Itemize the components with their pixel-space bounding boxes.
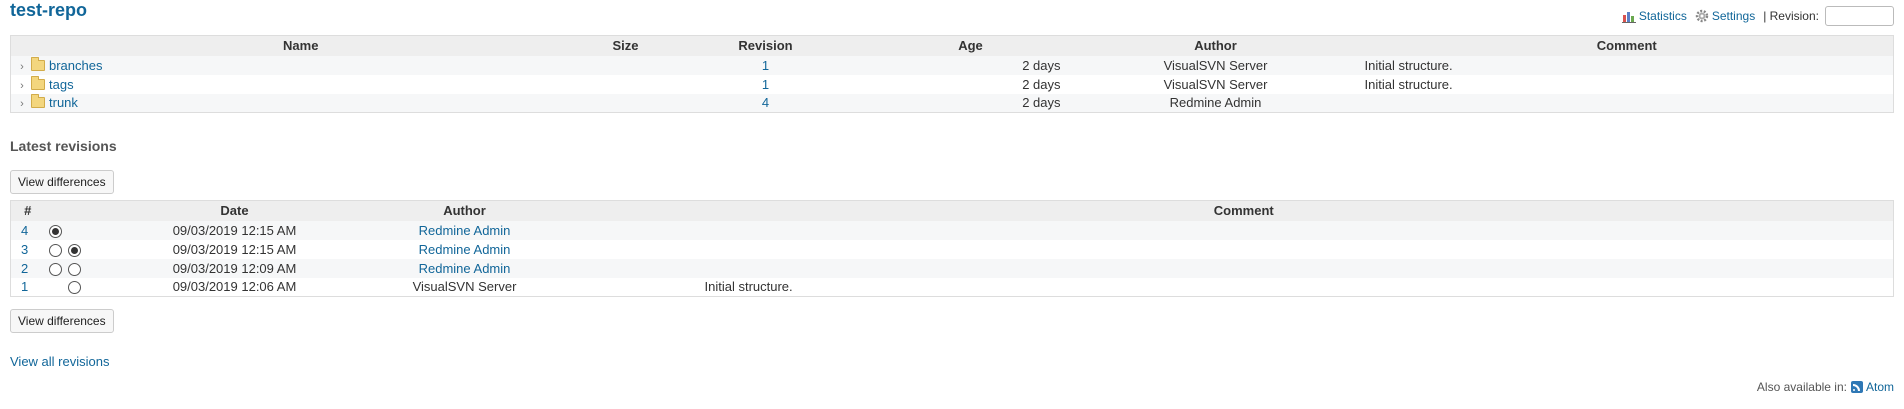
other-formats: Also available in: Atom	[1757, 380, 1894, 394]
entry-age: 2 days	[870, 93, 1071, 113]
revision-label: | Revision:	[1763, 9, 1819, 23]
gear-icon	[1695, 9, 1709, 23]
entry-link-branches[interactable]: branches	[49, 58, 102, 73]
entry-author: VisualSVN Server	[1070, 55, 1361, 75]
revision-id-link[interactable]: 1	[21, 279, 28, 294]
compare-to-radio[interactable]	[67, 243, 81, 257]
entry-comment	[1360, 93, 1894, 113]
column-header-size: Size	[590, 35, 661, 56]
column-header-author: Author	[334, 200, 595, 221]
folder-icon	[31, 94, 45, 109]
statistics-link[interactable]: Statistics	[1621, 9, 1687, 23]
compare-to-radio[interactable]	[67, 281, 81, 295]
statistics-label: Statistics	[1638, 9, 1687, 23]
entry-link-trunk[interactable]: trunk	[49, 95, 78, 110]
entries-table: Name Size Revision Age Author Comment › b…	[10, 35, 1894, 113]
expand-chevron-icon[interactable]: ›	[15, 98, 29, 110]
entry-size	[590, 93, 661, 113]
settings-label: Settings	[1711, 9, 1756, 23]
column-header-name: Name	[10, 35, 591, 56]
other-formats-label: Also available in:	[1756, 380, 1847, 394]
revision-id-link[interactable]: 4	[21, 223, 28, 238]
revisions-header-row: # Date Author Comment	[10, 200, 1894, 221]
compare-from-radio[interactable]	[48, 224, 62, 238]
revision-date: 09/03/2019 12:06 AM	[134, 277, 335, 297]
entry-revision-link[interactable]: 4	[762, 95, 769, 110]
revision-comment	[594, 239, 1894, 259]
entry-age: 2 days	[870, 55, 1071, 75]
revisions-table: # Date Author Comment 4 09/03/2019 12:15…	[10, 200, 1894, 297]
column-header-id: #	[10, 200, 45, 221]
settings-link[interactable]: Settings	[1695, 9, 1755, 23]
view-all-revisions-link[interactable]: View all revisions	[10, 354, 109, 369]
statistics-icon	[1621, 11, 1636, 23]
entry-size	[590, 55, 661, 75]
expand-chevron-icon[interactable]: ›	[15, 80, 29, 92]
compare-from-radio[interactable]	[48, 262, 62, 276]
entry-size	[590, 74, 661, 94]
entry-revision-link[interactable]: 1	[762, 77, 769, 92]
column-header-comment: Comment	[1360, 35, 1894, 56]
feed-icon	[1850, 381, 1863, 393]
revision-id-link[interactable]: 2	[21, 261, 28, 276]
entry-row-trunk: › trunk 4 2 days Redmine Admin	[10, 93, 1894, 113]
contextual-toolbar: Statistics Settings | Revision:	[1621, 4, 1894, 28]
revision-date: 09/03/2019 12:15 AM	[134, 239, 335, 259]
folder-icon	[31, 56, 45, 71]
repository-page: test-repo Statistics Settings | Revision…	[0, 0, 1904, 409]
revision-author-link[interactable]: Redmine Admin	[419, 223, 511, 238]
revision-row-3: 3 09/03/2019 12:15 AM Redmine Admin	[10, 239, 1894, 259]
entry-link-tags[interactable]: tags	[49, 77, 74, 92]
revision-row-4: 4 09/03/2019 12:15 AM Redmine Admin	[10, 220, 1894, 240]
entry-comment: Initial structure.	[1360, 55, 1894, 75]
revision-author-link[interactable]: Redmine Admin	[419, 242, 511, 257]
view-differences-button[interactable]: View differences	[10, 170, 114, 194]
folder-icon	[31, 75, 45, 90]
column-header-compare	[44, 200, 135, 221]
entry-row-tags: › tags 1 2 days VisualSVN Server Initial …	[10, 74, 1894, 94]
compare-from-radio[interactable]	[48, 243, 62, 257]
page-title: test-repo	[10, 0, 88, 20]
entry-author: Redmine Admin	[1070, 93, 1361, 113]
column-header-date: Date	[134, 200, 335, 221]
revision-author: VisualSVN Server	[334, 277, 595, 297]
atom-feed-link[interactable]: Atom	[1850, 380, 1894, 394]
revision-id-link[interactable]: 3	[21, 242, 28, 257]
revision-row-1: 1 09/03/2019 12:06 AM VisualSVN Server I…	[10, 277, 1894, 297]
revision-row-2: 2 09/03/2019 12:09 AM Redmine Admin	[10, 258, 1894, 278]
entry-row-branches: › branches 1 2 days VisualSVN Server Init…	[10, 55, 1894, 75]
entry-author: VisualSVN Server	[1070, 74, 1361, 94]
entry-age: 2 days	[870, 74, 1071, 94]
revision-comment	[594, 220, 1894, 240]
column-header-revision: Revision	[660, 35, 871, 56]
view-differences-button-bottom[interactable]: View differences	[10, 309, 114, 333]
revision-comment: Initial structure.	[594, 277, 1894, 297]
revision-input[interactable]	[1825, 6, 1894, 26]
column-header-author: Author	[1070, 35, 1361, 56]
revision-date: 09/03/2019 12:15 AM	[134, 220, 335, 240]
revision-author-link[interactable]: Redmine Admin	[419, 261, 511, 276]
column-header-age: Age	[870, 35, 1071, 56]
entries-header-row: Name Size Revision Age Author Comment	[10, 35, 1894, 56]
revision-comment	[594, 258, 1894, 278]
revision-date: 09/03/2019 12:09 AM	[134, 258, 335, 278]
atom-label: Atom	[1865, 380, 1894, 394]
latest-revisions-title: Latest revisions	[10, 138, 117, 154]
compare-to-radio[interactable]	[67, 262, 81, 276]
column-header-comment: Comment	[594, 200, 1894, 221]
expand-chevron-icon[interactable]: ›	[15, 61, 29, 73]
entry-comment: Initial structure.	[1360, 74, 1894, 94]
entry-revision-link[interactable]: 1	[762, 58, 769, 73]
